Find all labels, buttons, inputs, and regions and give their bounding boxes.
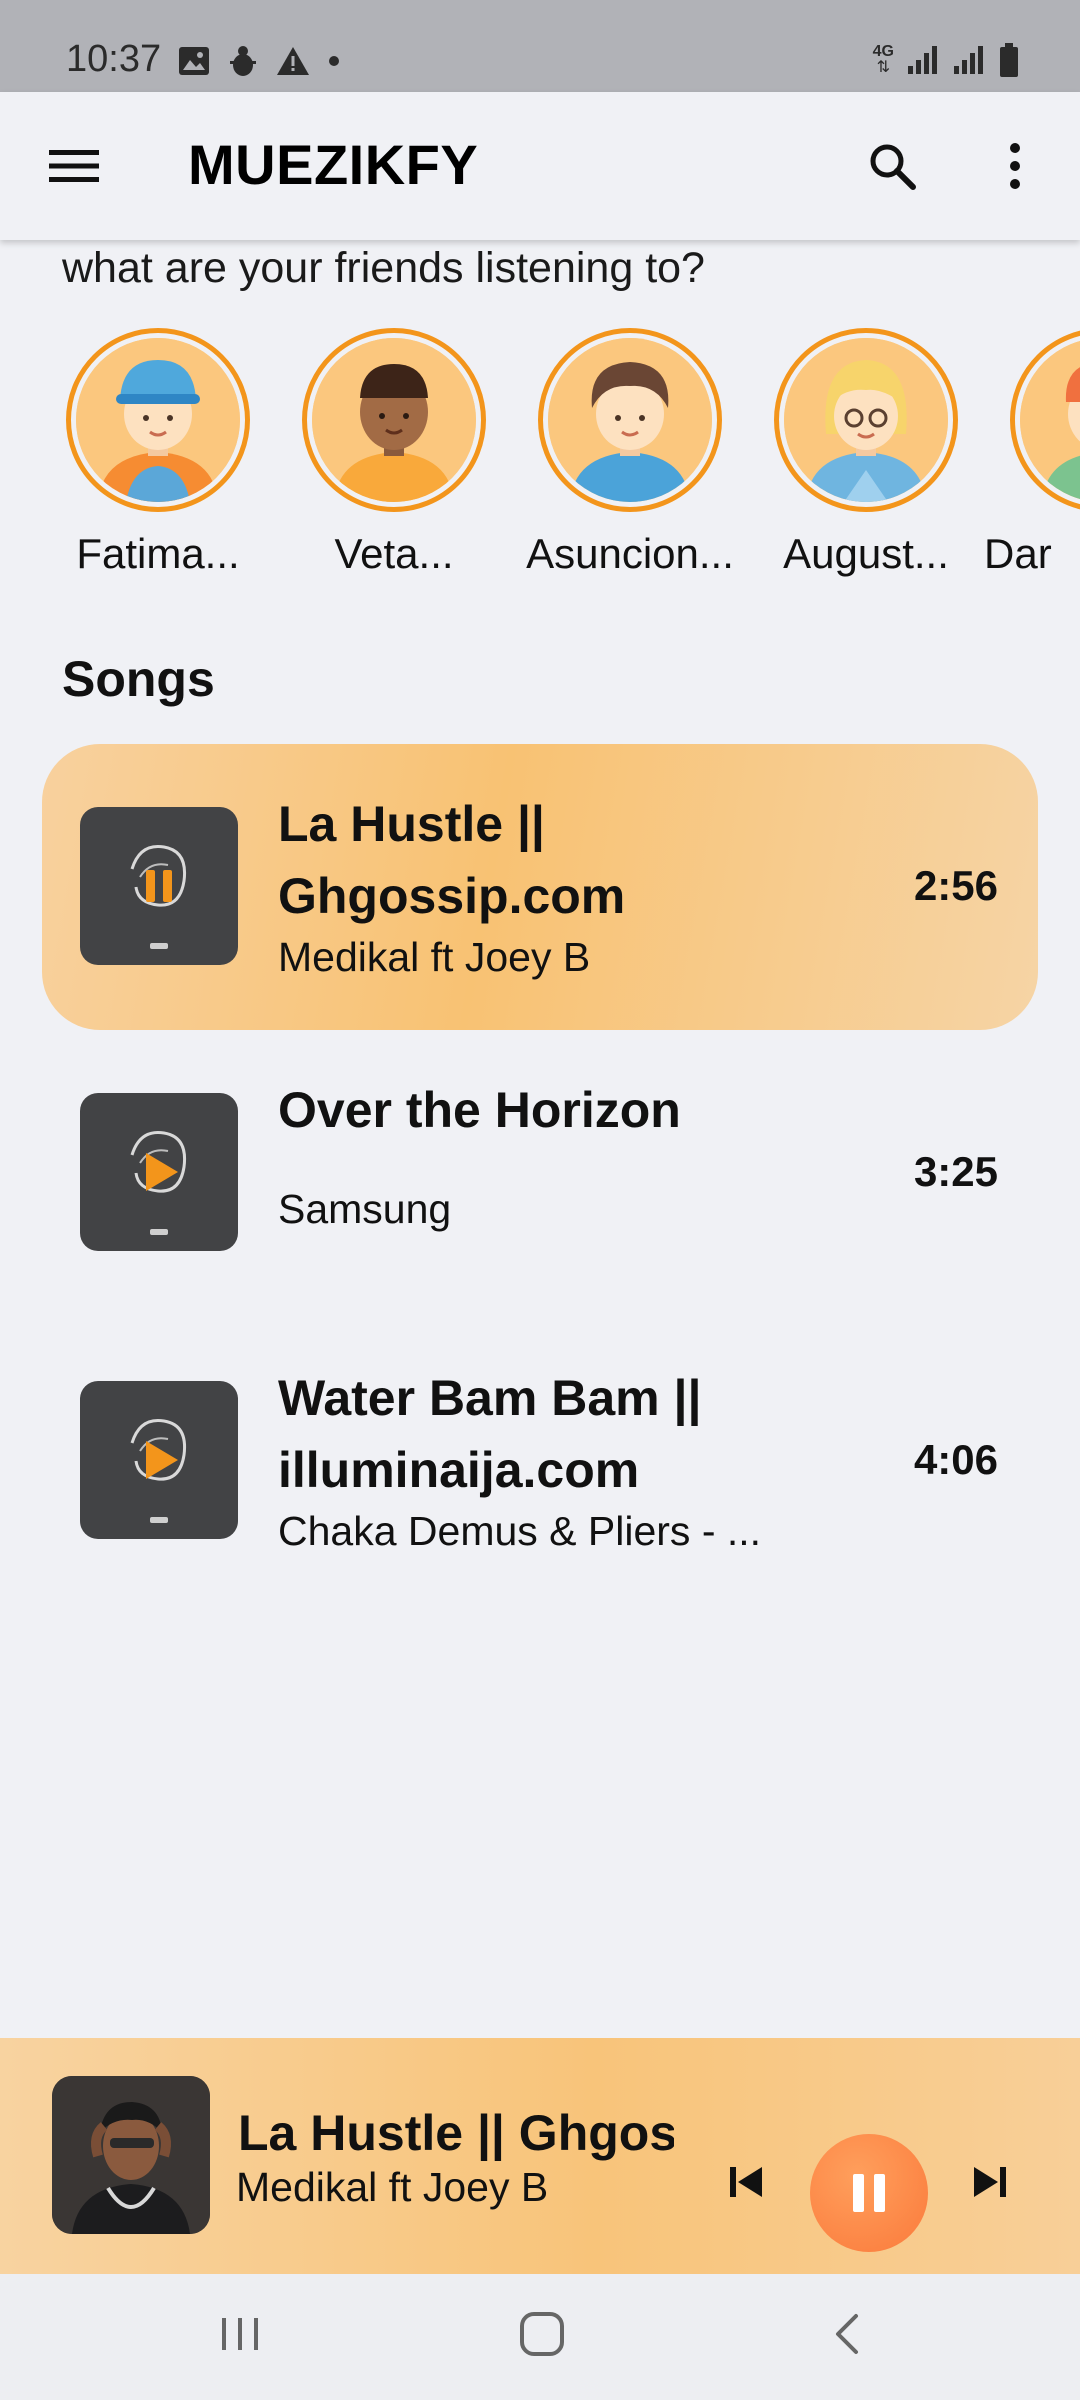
- avatar: [548, 338, 712, 502]
- friend-item[interactable]: Veta...: [272, 326, 508, 586]
- search-button[interactable]: [860, 134, 924, 198]
- friend-name: Fatima...: [76, 530, 240, 577]
- signal-icon: [954, 46, 983, 74]
- more-options-button[interactable]: [990, 134, 1040, 198]
- song-artist: Samsung: [278, 1186, 452, 1232]
- now-playing-cover: [52, 2076, 210, 2234]
- avatar: [1020, 338, 1080, 502]
- song-artist: Medikal ft Joey B: [278, 934, 591, 980]
- back-icon: [836, 2314, 858, 2354]
- friend-avatar-ring: [66, 328, 250, 512]
- friend-avatar-ring: [538, 328, 722, 512]
- system-nav-bar: [0, 2274, 1080, 2400]
- album-art-icon: [130, 844, 187, 949]
- song-artist: Chaka Demus & Pliers - ...: [278, 1508, 762, 1554]
- friend-name: Asuncion...: [526, 530, 734, 577]
- friend-item[interactable]: Fatima...: [36, 326, 272, 586]
- next-button[interactable]: [966, 2158, 1014, 2206]
- song-duration: 2:56: [913, 862, 998, 909]
- song-title: La Hustle || Ghgossip.com: [278, 796, 626, 924]
- skip-previous-icon: [730, 2167, 762, 2197]
- search-icon: [870, 144, 916, 190]
- app-title: MUEZIKFY: [188, 133, 479, 196]
- system-icons: 4G ⇅: [873, 42, 1020, 78]
- dot-icon: [329, 56, 339, 66]
- avatar: [312, 338, 476, 502]
- friend-avatar-ring: [1010, 328, 1080, 512]
- skip-next-icon: [974, 2167, 1006, 2197]
- friend-avatar-ring: [302, 328, 486, 512]
- signal-icon: [908, 46, 937, 74]
- song-thumbnail: [80, 807, 238, 965]
- home-button[interactable]: [518, 2310, 566, 2363]
- songs-heading: Songs: [62, 651, 215, 707]
- play-icon: [146, 1153, 178, 1191]
- album-art-icon: [130, 1418, 187, 1523]
- more-vert-icon: [1010, 143, 1020, 189]
- song-row[interactable]: La Hustle || Ghgossip.com Medikal ft Joe…: [42, 744, 1038, 1030]
- avatar: [784, 338, 948, 502]
- play-icon: [146, 1441, 178, 1479]
- song-title: Over the Horizon: [278, 1082, 681, 1138]
- avatar: [76, 338, 240, 502]
- recents-icon: [222, 2318, 258, 2350]
- friend-item[interactable]: Dar: [980, 326, 1080, 586]
- image-icon: [179, 47, 209, 75]
- friend-avatar-ring: [774, 328, 958, 512]
- pause-icon: [853, 2174, 885, 2212]
- song-title: Water Bam Bam || illuminaija.com: [278, 1370, 702, 1498]
- status-time: 10:37: [66, 38, 162, 80]
- recents-button[interactable]: [218, 2312, 262, 2361]
- friend-item[interactable]: Asuncion...: [508, 326, 744, 586]
- network-type-icon: 4G ⇅: [872, 43, 894, 76]
- song-duration: 3:25: [913, 1148, 998, 1195]
- album-cover-icon: [52, 2076, 210, 2234]
- song-row[interactable]: Over the Horizon Samsung 3:25: [42, 1030, 1038, 1316]
- friends-heading: what are your friends listening to?: [62, 244, 705, 292]
- song-duration: 4:06: [913, 1436, 998, 1483]
- album-art-icon: [130, 1130, 187, 1235]
- home-icon: [520, 2312, 564, 2356]
- previous-button[interactable]: [722, 2158, 770, 2206]
- network-label: 4G: [872, 43, 894, 60]
- play-pause-button[interactable]: [810, 2134, 928, 2252]
- now-playing-title: La Hustle || Ghgossip.com: [238, 2105, 674, 2161]
- now-playing-artist: Medikal ft Joey B: [236, 2164, 549, 2210]
- warning-icon: [277, 47, 309, 75]
- android-debug-icon: [230, 46, 256, 76]
- pause-icon: [146, 870, 172, 902]
- friends-list: Fatima... Veta... Asuncion... August... …: [0, 326, 1080, 586]
- menu-icon: [49, 150, 99, 182]
- friend-name: Veta...: [334, 530, 454, 577]
- friend-name: August...: [783, 530, 949, 577]
- menu-button[interactable]: [44, 136, 104, 196]
- song-row[interactable]: Water Bam Bam || illuminaija.com Chaka D…: [42, 1318, 1038, 1604]
- notification-icons: [178, 45, 340, 77]
- battery-icon: [1000, 43, 1018, 77]
- song-thumbnail: [80, 1381, 238, 1539]
- song-thumbnail: [80, 1093, 238, 1251]
- status-bar: 10:37 4G ⇅: [0, 0, 1080, 92]
- friend-item[interactable]: August...: [744, 326, 980, 586]
- friend-name: Dar: [984, 530, 1052, 577]
- app-bar: MUEZIKFY: [0, 92, 1080, 240]
- now-playing-bar[interactable]: La Hustle || Ghgossip.com Medikal ft Joe…: [0, 2038, 1080, 2274]
- back-button[interactable]: [826, 2312, 870, 2361]
